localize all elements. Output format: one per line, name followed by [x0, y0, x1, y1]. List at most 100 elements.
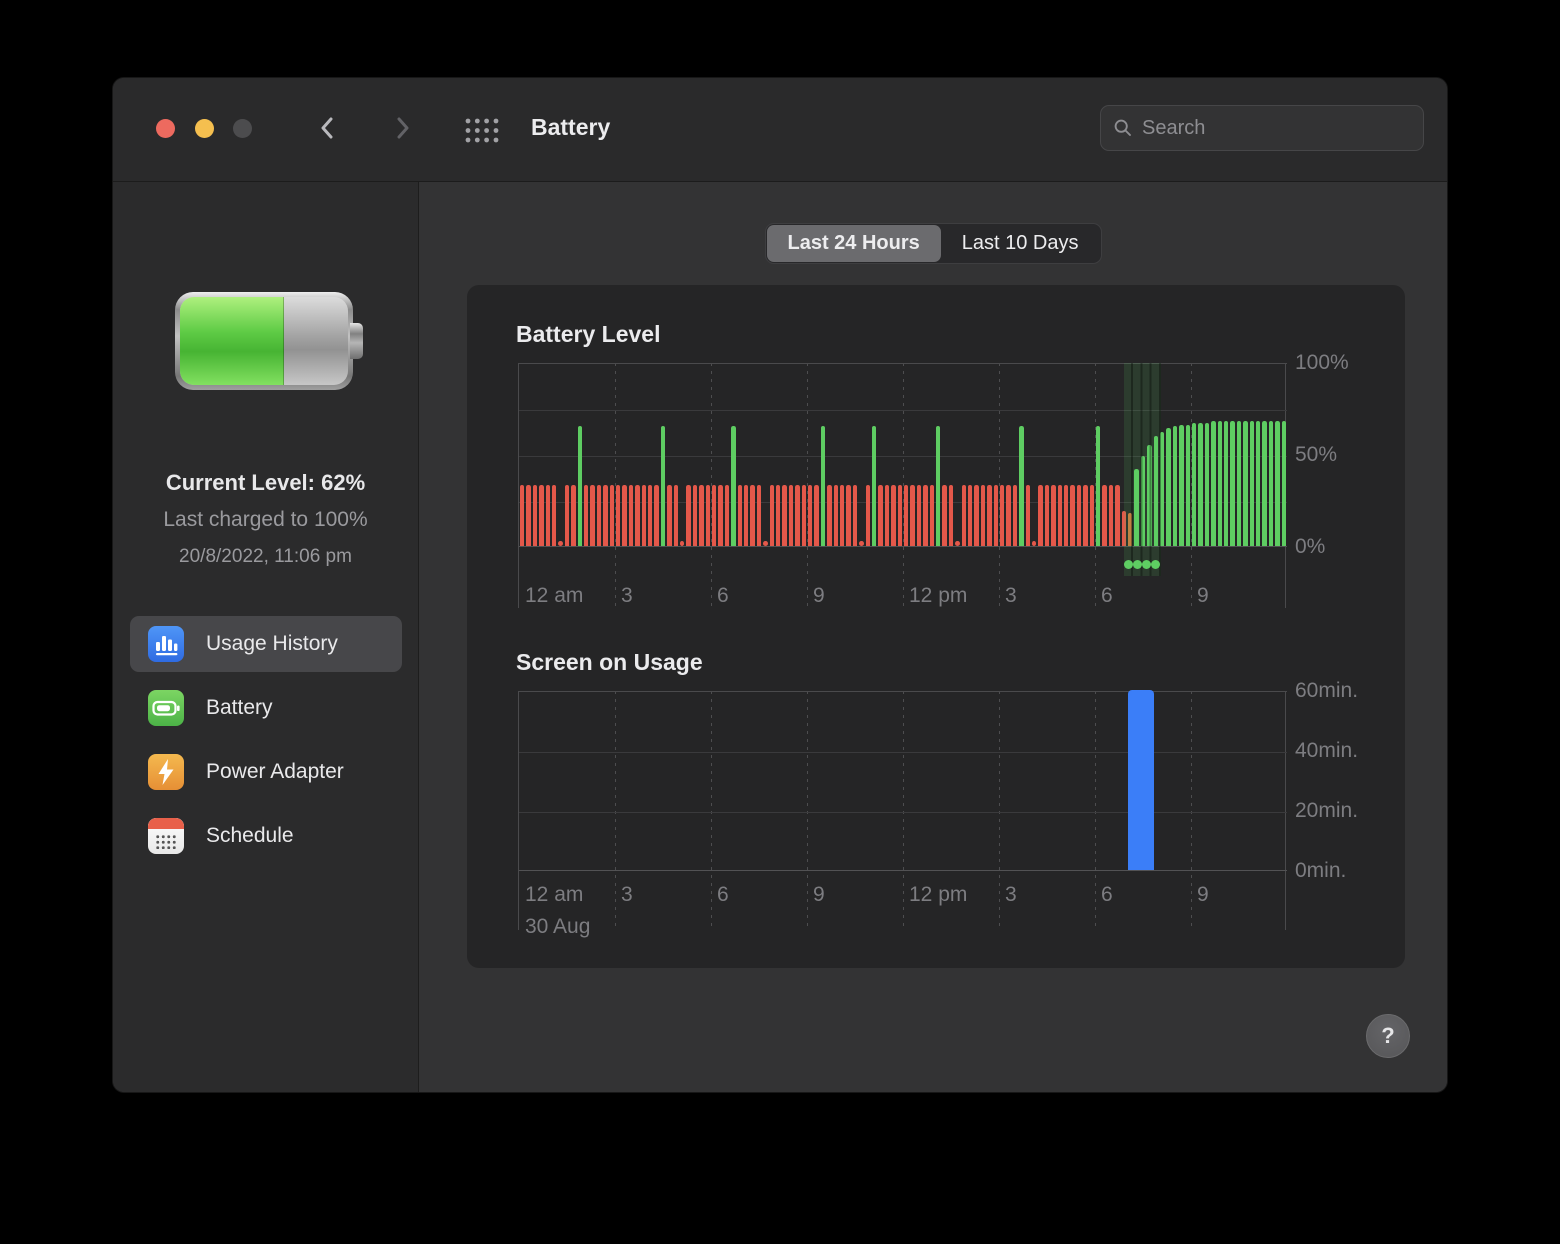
battery-level-bar — [552, 485, 557, 546]
battery-level-bar — [859, 541, 864, 546]
show-all-preferences-icon[interactable] — [465, 118, 499, 148]
battery-level-bar — [898, 485, 903, 546]
sidebar-item-usage-history[interactable]: Usage History — [130, 616, 402, 672]
sidebar-item-power-adapter[interactable]: Power Adapter — [130, 744, 402, 800]
y-axis-label: 100% — [1295, 351, 1349, 375]
battery-level-bar — [1282, 421, 1287, 546]
battery-level-bar — [1243, 421, 1248, 546]
time-range-selector: Last 24 Hours Last 10 Days — [419, 223, 1447, 264]
last-charged-date: 20/8/2022, 11:06 pm — [113, 546, 418, 568]
battery-level-bar — [725, 485, 730, 546]
search-field[interactable] — [1100, 105, 1424, 151]
sidebar-item-schedule[interactable]: Schedule — [130, 808, 402, 864]
battery-level-bar — [770, 485, 775, 546]
battery-level-bar — [1122, 511, 1127, 546]
battery-level-bar — [1211, 421, 1216, 546]
battery-level-bar — [942, 485, 947, 546]
battery-level-bar — [1013, 485, 1018, 546]
x-axis-label: 6 — [1101, 883, 1113, 907]
battery-level-bar — [648, 485, 653, 546]
battery-level-bar — [520, 485, 525, 546]
battery-level-bar — [885, 485, 890, 546]
battery-level-bar — [1090, 485, 1095, 546]
y-axis-label: 50% — [1295, 443, 1337, 467]
battery-level-bar — [1256, 421, 1261, 546]
back-button[interactable] — [310, 110, 346, 146]
search-input[interactable] — [1142, 117, 1411, 140]
battery-level-bar — [1083, 485, 1088, 546]
current-level-text: Current Level: 62% — [113, 470, 418, 496]
tab-last-10-days[interactable]: Last 10 Days — [941, 225, 1100, 262]
battery-level-bar — [1006, 485, 1011, 546]
calendar-header — [148, 818, 184, 829]
battery-level-bar — [1205, 423, 1210, 546]
close-window-button[interactable] — [156, 119, 175, 138]
battery-level-bar — [718, 485, 723, 546]
battery-level-bar — [1115, 485, 1120, 546]
minimize-window-button[interactable] — [195, 119, 214, 138]
x-axis-label: 12 pm — [909, 883, 967, 907]
forward-button[interactable] — [384, 110, 420, 146]
battery-level-bar — [1045, 485, 1050, 546]
charge-plug-dot — [1124, 560, 1133, 569]
title-bar: Battery — [113, 78, 1447, 182]
zoom-window-button[interactable] — [233, 119, 252, 138]
battery-level-bar — [674, 485, 679, 546]
screen-usage-chart: 30 Aug 12 am36912 pm369 — [518, 691, 1286, 930]
help-button[interactable]: ? — [1366, 1014, 1410, 1058]
battery-level-bar — [955, 541, 960, 546]
battery-level-bar — [968, 485, 973, 546]
battery-preferences-window: Battery Current Level: 62% Last charged … — [113, 78, 1447, 1092]
battery-level-bar — [936, 426, 941, 546]
x-axis-label: 6 — [717, 584, 729, 608]
charge-plug-dot — [1142, 560, 1151, 569]
screen-usage-bar — [1128, 690, 1154, 870]
battery-level-bar — [699, 485, 704, 546]
battery-level-bar — [590, 485, 595, 546]
usage-history-panel: Battery Level 12 am36912 pm369 100%50%0%… — [467, 285, 1405, 968]
x-axis-label: 9 — [813, 883, 825, 907]
schedule-icon — [148, 818, 184, 854]
battery-level-bar — [603, 485, 608, 546]
battery-level-bar — [994, 485, 999, 546]
battery-level-bar — [1173, 426, 1178, 546]
charge-plug-dot — [1133, 560, 1142, 569]
screen-usage-plot — [519, 691, 1287, 871]
charge-plug-dot — [1151, 560, 1160, 569]
battery-graphic-body — [180, 297, 348, 385]
y-axis-label: 20min. — [1295, 799, 1358, 823]
sidebar-item-battery[interactable]: Battery — [130, 680, 402, 736]
x-axis-label: 6 — [717, 883, 729, 907]
battery-level-bar — [571, 485, 576, 546]
battery-level-bar — [597, 485, 602, 546]
battery-level-bar — [808, 485, 813, 546]
battery-level-bar — [1102, 485, 1107, 546]
x-axis-label: 12 am — [525, 883, 583, 907]
sidebar-item-label: Battery — [206, 696, 273, 720]
battery-level-bar — [1032, 541, 1037, 546]
battery-level-bar — [744, 485, 749, 546]
page-title: Battery — [531, 114, 610, 141]
main-content: Last 24 Hours Last 10 Days Battery Level… — [419, 182, 1447, 1092]
x-axis-label: 9 — [1197, 584, 1209, 608]
battery-level-bar — [878, 485, 883, 546]
battery-level-bar — [795, 485, 800, 546]
battery-level-bar — [738, 485, 743, 546]
battery-level-bar — [827, 485, 832, 546]
battery-level-bar — [1128, 513, 1133, 546]
x-axis-label: 12 am — [525, 584, 583, 608]
gridline — [519, 812, 1287, 813]
battery-graphic-cap — [350, 323, 363, 359]
battery-level-bar — [987, 485, 992, 546]
x-axis-label: 9 — [1197, 883, 1209, 907]
x-axis-label: 3 — [621, 584, 633, 608]
battery-level-bar — [526, 485, 531, 546]
battery-level-bar — [872, 426, 877, 546]
tab-last-24-hours[interactable]: Last 24 Hours — [767, 225, 941, 262]
battery-level-bar — [910, 485, 915, 546]
battery-level-bar — [776, 485, 781, 546]
gridline — [519, 410, 1287, 411]
battery-level-bar — [840, 485, 845, 546]
battery-level-bar — [1160, 432, 1165, 546]
sidebar-menu: Usage History Battery Po — [130, 616, 402, 872]
